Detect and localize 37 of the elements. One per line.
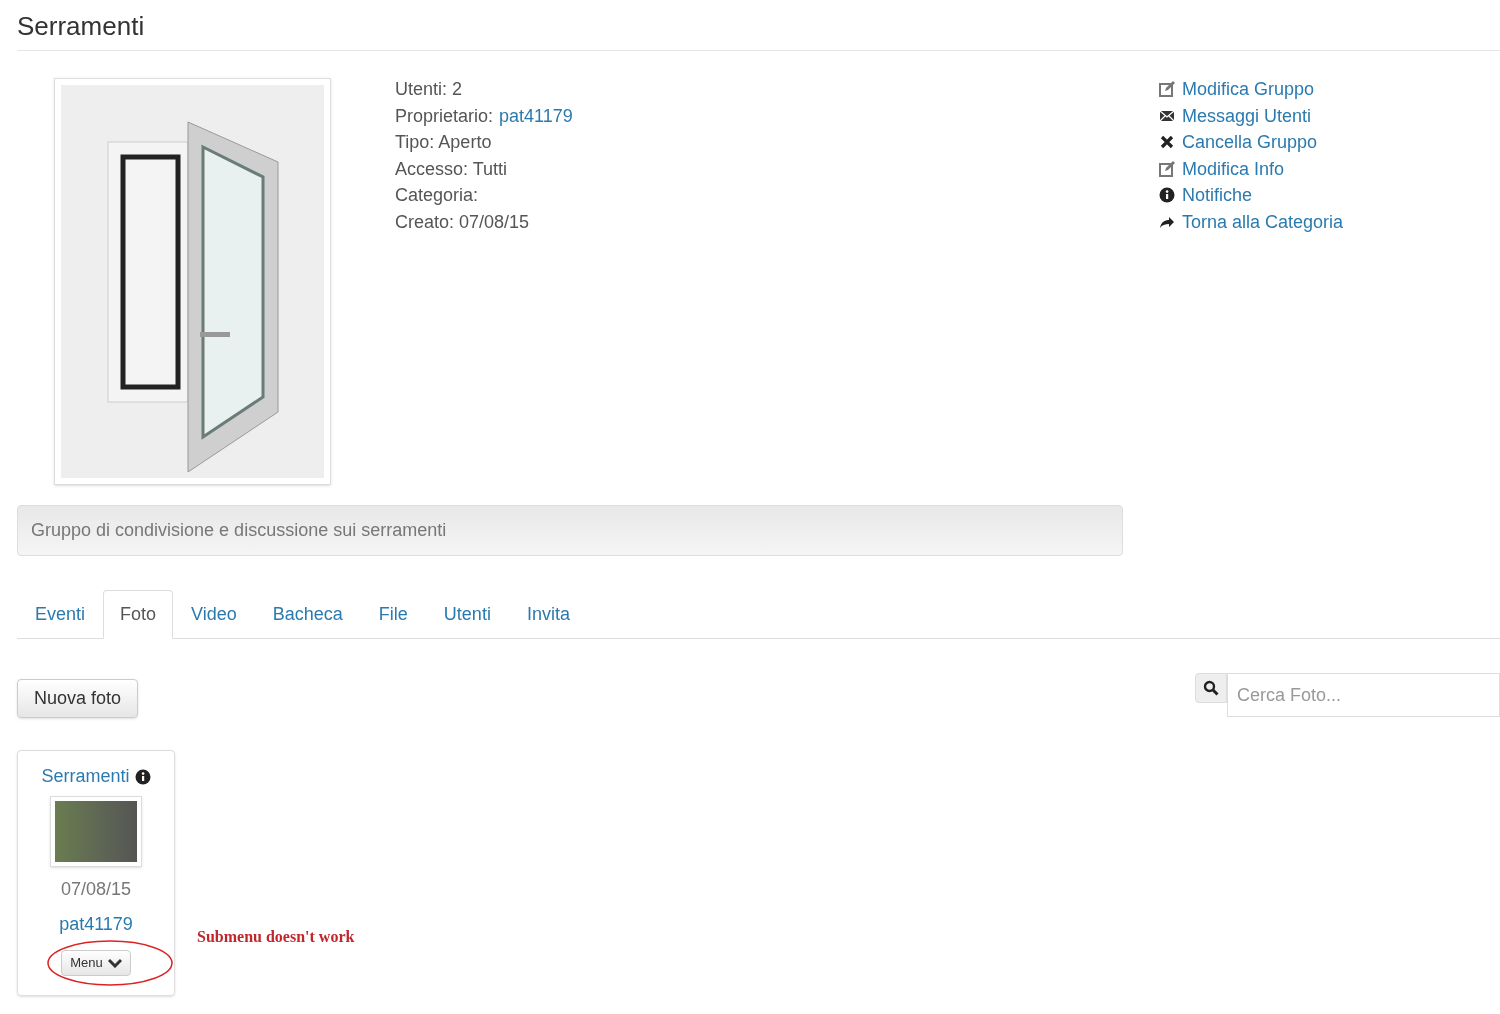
info-text: Tipo: Aperto (395, 131, 492, 154)
photo-title-link[interactable]: Serramenti (41, 763, 130, 790)
annotation-text: Submenu doesn't work (197, 927, 355, 947)
tab[interactable]: Utenti (425, 590, 509, 638)
tab[interactable]: Foto (103, 590, 174, 639)
info-text: Categoria: (395, 184, 479, 207)
edit-icon (1159, 160, 1175, 177)
action-link[interactable]: Modifica Gruppo (1182, 76, 1315, 103)
action-link[interactable]: Torna alla Categoria (1182, 208, 1344, 235)
edit-icon (1159, 81, 1175, 98)
info-text: Utenti: 2 (395, 78, 463, 101)
info-text: Creato: 07/08/15 (395, 210, 530, 234)
tab[interactable]: Video (173, 590, 255, 638)
info-icon (134, 768, 151, 785)
tab[interactable]: Bacheca (254, 590, 361, 638)
owner-link[interactable]: pat41179 (499, 102, 573, 129)
action-link[interactable]: Notifiche (1182, 182, 1253, 209)
action-link[interactable]: Modifica Info (1182, 155, 1285, 182)
info-icon (1159, 187, 1175, 204)
tab[interactable]: Invita (508, 590, 588, 638)
photo-date: 07/08/15 (60, 878, 132, 901)
owner-link[interactable]: pat41179 (59, 911, 133, 938)
search-button[interactable] (1195, 673, 1227, 703)
info-text: Proprietario: (395, 104, 494, 128)
info-text: Accesso: Tutti (395, 157, 508, 181)
action-link[interactable]: Cancella Gruppo (1182, 129, 1318, 156)
new-photo-button[interactable]: Nuova foto (17, 679, 139, 718)
close-icon (1159, 134, 1175, 151)
menu-button[interactable]: Menu (61, 950, 131, 976)
action-link[interactable]: Messaggi Utenti (1182, 102, 1312, 129)
chevron-down-icon (107, 958, 122, 968)
description-bar: Gruppo di condivisione e discussione sui serramenti (17, 505, 1123, 556)
search-icon (1203, 680, 1219, 696)
search-field[interactable]: Cerca Foto... (1227, 673, 1500, 717)
page-title: Serramenti (17, 10, 146, 43)
tab[interactable]: Eventi (17, 590, 104, 638)
tab[interactable]: File (360, 590, 426, 638)
